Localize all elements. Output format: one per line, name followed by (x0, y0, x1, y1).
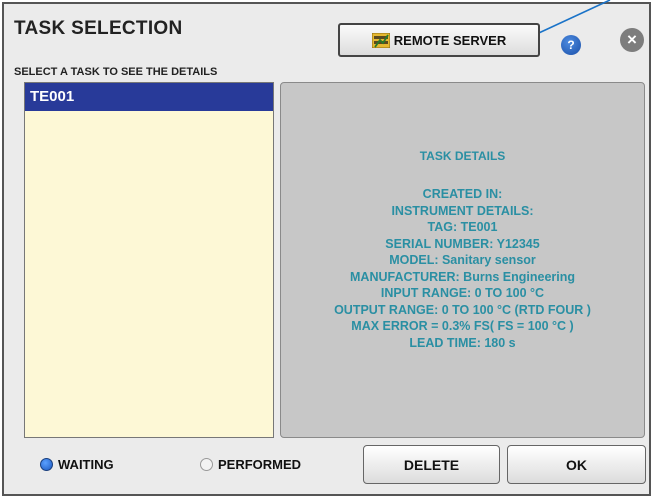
details-line: OUTPUT RANGE: 0 TO 100 °C (RTD FOUR ) (334, 302, 591, 317)
list-caption: SELECT A TASK TO SEE THE DETAILS (14, 66, 218, 78)
radio-selected-icon (40, 458, 53, 471)
close-icon[interactable]: × (620, 28, 644, 52)
delete-button[interactable]: DELETE (363, 445, 500, 484)
details-line: MANUFACTURER: Burns Engineering (350, 269, 575, 284)
help-icon[interactable]: ? (561, 35, 581, 55)
performed-label: PERFORMED (218, 457, 302, 472)
waiting-radio[interactable]: WAITING (40, 457, 114, 472)
details-line: INPUT RANGE: 0 TO 100 °C (380, 286, 545, 300)
details-line: MODEL: Sanitary sensor (389, 253, 536, 267)
remote-server-button[interactable]: REMOTE SERVER (338, 23, 540, 57)
task-list[interactable]: TE001 (24, 82, 274, 438)
details-line: TAG: TE001 (427, 220, 498, 234)
details-lines: CREATED IN: INSTRUMENT DETAILS: TAG: TE0… (281, 186, 644, 351)
page-title: TASK SELECTION (14, 18, 183, 39)
details-line: INSTRUMENT DETAILS: (391, 203, 534, 218)
details-line: LEAD TIME: 180 s (409, 335, 516, 350)
details-line: SERIAL NUMBER: Y12345 (385, 236, 540, 251)
details-line: MAX ERROR = 0.3% FS( FS = 100 °C ) (351, 319, 574, 333)
performed-radio[interactable]: PERFORMED (200, 457, 301, 472)
details-line: CREATED IN: (422, 187, 503, 201)
task-details-panel: TASK DETAILS CREATED IN: INSTRUMENT DETA… (280, 82, 645, 438)
radio-unselected-icon (200, 458, 213, 471)
list-item[interactable]: TE001 (25, 83, 273, 111)
remote-server-label: REMOTE SERVER (393, 32, 507, 48)
ok-button[interactable]: OK (507, 445, 646, 484)
details-heading: TASK DETAILS (419, 149, 506, 163)
server-icon (371, 32, 390, 48)
waiting-label: WAITING (58, 457, 114, 472)
